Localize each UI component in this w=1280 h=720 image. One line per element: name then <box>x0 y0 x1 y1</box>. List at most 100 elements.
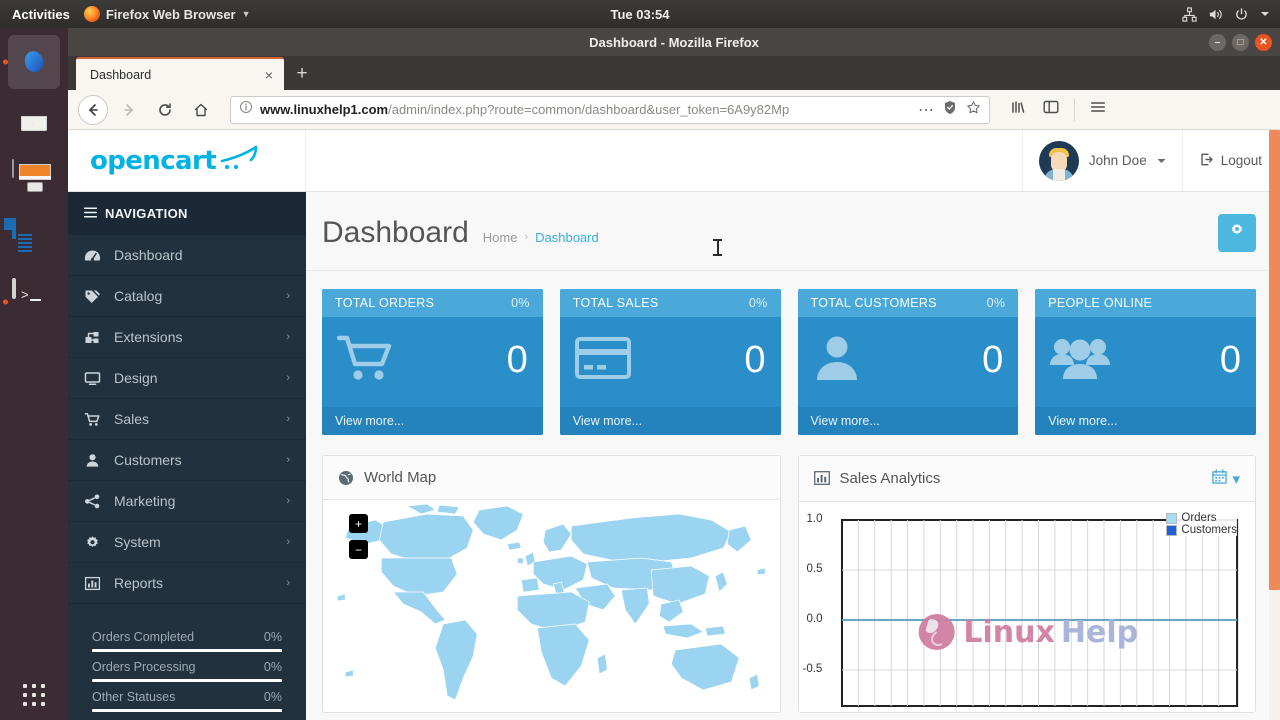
library-icon[interactable] <box>1010 98 1028 121</box>
activities-button[interactable]: Activities <box>0 7 84 22</box>
breadcrumb-item-home[interactable]: Home <box>483 230 518 245</box>
url-path: /admin/index.php?route=common/dashboard&… <box>388 102 790 117</box>
user-name: John Doe <box>1088 153 1147 168</box>
logout-button[interactable]: Logout <box>1181 130 1280 191</box>
sidebar-item-label: Customers <box>114 452 182 468</box>
puzzle-icon <box>84 330 101 345</box>
system-tray[interactable] <box>1182 6 1270 22</box>
page-scrollbar[interactable] <box>1269 130 1280 720</box>
sidebar-item-customers[interactable]: Customers › <box>68 440 306 481</box>
sales-chart: 1.0 0.5 0.0 -0.5 Orders Customers Linux … <box>799 502 1256 712</box>
address-bar[interactable]: www.linuxhelp1.com/admin/index.php?route… <box>230 95 990 124</box>
sales-analytics-body: 1.0 0.5 0.0 -0.5 Orders Customers Linux … <box>798 502 1256 712</box>
dock-item-files[interactable] <box>0 152 68 212</box>
chevron-right-icon: › <box>286 413 290 425</box>
tile-view-more-link[interactable]: View more... <box>559 407 781 435</box>
dock-item-libreoffice-writer[interactable] <box>0 212 68 272</box>
grid-icon <box>23 684 45 706</box>
maximize-button[interactable]: □ <box>1232 33 1249 51</box>
bar-chart-icon <box>813 471 830 486</box>
sidebar-item-design[interactable]: Design › <box>68 358 306 399</box>
network-icon[interactable] <box>1182 6 1197 22</box>
user-menu[interactable]: John Doe <box>1021 130 1182 191</box>
forward-button[interactable] <box>114 95 144 125</box>
header-right: John Doe Logout <box>1021 130 1280 191</box>
y-tick-label: 1.0 <box>806 513 823 525</box>
minimize-button[interactable]: – <box>1209 33 1226 51</box>
shield-icon[interactable] <box>943 100 957 120</box>
panel-world-map: World Map + − <box>322 455 781 713</box>
url-text[interactable]: www.linuxhelp1.com/admin/index.php?route… <box>260 102 911 117</box>
dock-item-firefox[interactable] <box>0 32 68 92</box>
breadcrumb: Home › Dashboard <box>483 222 599 245</box>
sidebar-item-system[interactable]: System › <box>68 522 306 563</box>
close-icon[interactable]: × <box>262 67 276 83</box>
page-actions-icon[interactable]: ⋯ <box>918 100 934 120</box>
back-button[interactable] <box>78 94 108 125</box>
sidebar-item-reports[interactable]: Reports › <box>68 563 306 604</box>
site-info-icon[interactable] <box>239 100 253 119</box>
y-tick-label: -0.5 <box>802 663 823 675</box>
app-menu-firefox[interactable]: Firefox Web Browser ▼ <box>83 6 251 22</box>
toolbar-divider <box>1074 98 1075 121</box>
legend-swatch <box>1166 524 1178 536</box>
scrollbar-thumb[interactable] <box>1269 130 1280 590</box>
browser-tab-dashboard[interactable]: Dashboard × <box>76 57 284 90</box>
window-controls: – □ ✕ <box>1209 28 1272 56</box>
volume-icon[interactable] <box>1208 7 1223 22</box>
tile-view-more-link[interactable]: View more... <box>1035 407 1256 435</box>
hamburger-menu-icon[interactable] <box>1089 98 1107 121</box>
reload-button[interactable] <box>150 95 180 125</box>
ubuntu-dock: > <box>0 28 68 720</box>
sidebar-order-stats: Orders Completed 0% Orders Processing 0% <box>80 618 294 720</box>
dock-item-terminal[interactable]: > <box>0 272 68 332</box>
dashboard-settings-button[interactable] <box>1218 214 1256 252</box>
thunderbird-icon <box>12 100 56 144</box>
opencart-logo[interactable]: opencart <box>68 130 306 191</box>
power-icon[interactable] <box>1234 7 1249 22</box>
avatar <box>1038 140 1079 181</box>
sidebar-item-marketing[interactable]: Marketing › <box>68 481 306 522</box>
world-map-body[interactable]: + − <box>323 500 780 710</box>
chart-range-selector[interactable]: ▾ <box>1212 469 1240 488</box>
bookmark-star-icon[interactable] <box>966 100 981 120</box>
tile-total-orders[interactable]: TOTAL ORDERS 0% 0 View more... <box>322 289 543 435</box>
logo-text: opencart <box>90 145 217 176</box>
sidebar-item-catalog[interactable]: Catalog › <box>68 276 306 317</box>
map-zoom-in-button[interactable]: + <box>349 514 368 533</box>
bar-chart-icon <box>84 576 101 591</box>
sidebar-item-dashboard[interactable]: Dashboard <box>68 235 306 276</box>
sidebar-item-label: Design <box>114 370 158 386</box>
sidebar: NAVIGATION Dashboard Catalog › Extension… <box>68 192 306 720</box>
app-body: NAVIGATION Dashboard Catalog › Extension… <box>68 192 1280 720</box>
tile-header: TOTAL CUSTOMERS 0% <box>797 289 1019 317</box>
window-titlebar: Dashboard - Mozilla Firefox – □ ✕ <box>68 28 1280 56</box>
tile-total-sales[interactable]: TOTAL SALES 0% 0 View more... <box>559 289 781 435</box>
breadcrumb-item-dashboard[interactable]: Dashboard <box>535 230 599 245</box>
show-applications-button[interactable] <box>0 684 68 706</box>
tile-value: 0 <box>1219 339 1241 381</box>
sidebar-icon[interactable] <box>1042 98 1060 121</box>
stat-value: 0% <box>263 630 282 644</box>
chevron-right-icon: › <box>286 536 290 548</box>
tile-view-more-link[interactable]: View more... <box>322 407 543 435</box>
tile-title: TOTAL ORDERS <box>335 296 435 310</box>
tile-title: TOTAL CUSTOMERS <box>810 296 937 310</box>
tile-title: TOTAL SALES <box>572 296 659 310</box>
dock-item-thunderbird[interactable] <box>0 92 68 152</box>
home-button[interactable] <box>186 95 216 125</box>
map-zoom-out-button[interactable]: − <box>349 540 368 559</box>
gnome-top-bar: Activities Firefox Web Browser ▼ Tue 03:… <box>0 0 1280 28</box>
chevron-down-icon[interactable] <box>1260 9 1270 19</box>
navigation-heading[interactable]: NAVIGATION <box>68 192 306 235</box>
tile-value: 0 <box>982 339 1004 381</box>
close-button[interactable]: ✕ <box>1255 33 1272 51</box>
new-tab-button[interactable]: + <box>284 57 320 90</box>
dashboard-icon <box>84 248 101 263</box>
tile-people-online[interactable]: PEOPLE ONLINE 0 View more... <box>1035 289 1256 435</box>
tile-total-customers[interactable]: TOTAL CUSTOMERS 0% 0 View more... <box>797 289 1019 435</box>
stat-orders-completed: Orders Completed 0% <box>92 622 282 652</box>
sidebar-item-extensions[interactable]: Extensions › <box>68 317 306 358</box>
sidebar-item-sales[interactable]: Sales › <box>68 399 306 440</box>
tile-view-more-link[interactable]: View more... <box>797 407 1019 435</box>
